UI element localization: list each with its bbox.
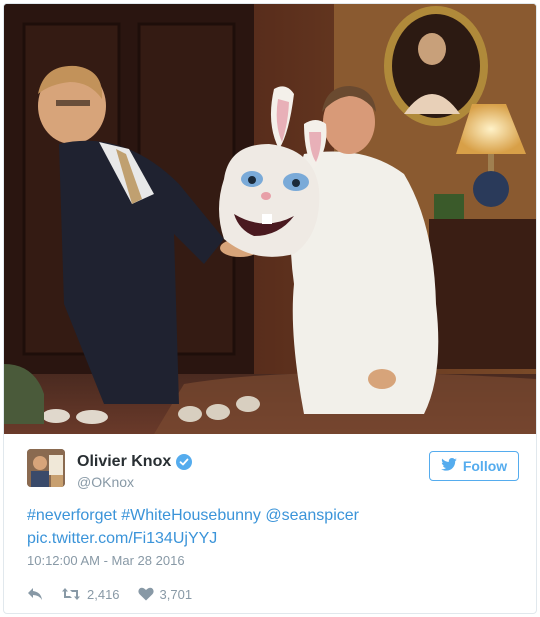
tweet-timestamp[interactable]: 10:12:00 AM - Mar 28 2016 xyxy=(27,553,185,568)
tweet-text-line-2: pic.twitter.com/Fi134UjYYJ xyxy=(27,527,507,550)
reply-action[interactable] xyxy=(27,587,43,601)
like-action[interactable]: 3,701 xyxy=(137,586,193,602)
tweet-pic-link[interactable]: pic.twitter.com/Fi134UjYYJ xyxy=(27,530,217,547)
heart-icon xyxy=(137,587,154,601)
retweet-icon xyxy=(61,587,81,601)
author-avatar[interactable] xyxy=(27,449,65,487)
author-handle[interactable]: @OKnox xyxy=(77,474,134,490)
retweet-count: 2,416 xyxy=(87,586,120,602)
tweet-card: Olivier Knox @OKnox Follow #neverforget … xyxy=(3,3,537,614)
author-name-row: Olivier Knox xyxy=(77,453,193,471)
reply-icon xyxy=(27,587,43,601)
like-count: 3,701 xyxy=(159,586,193,602)
author-display-name[interactable]: Olivier Knox xyxy=(77,453,171,471)
tweet-actions: 2,416 3,701 xyxy=(27,584,210,604)
follow-button[interactable]: Follow xyxy=(429,451,519,481)
follow-label: Follow xyxy=(462,458,508,474)
verified-badge-icon xyxy=(176,454,193,470)
tweet-hashtags-mention[interactable]: #neverforget #WhiteHousebunny @seanspice… xyxy=(27,507,359,524)
tweet-text-line-1: #neverforget #WhiteHousebunny @seanspice… xyxy=(27,504,507,527)
retweet-action[interactable]: 2,416 xyxy=(61,587,120,602)
twitter-bird-icon xyxy=(441,458,457,474)
tweet-text: #neverforget #WhiteHousebunny @seanspice… xyxy=(27,504,507,550)
tweet-header: Olivier Knox @OKnox Follow xyxy=(27,449,519,493)
tweet-photo[interactable] xyxy=(4,4,536,434)
